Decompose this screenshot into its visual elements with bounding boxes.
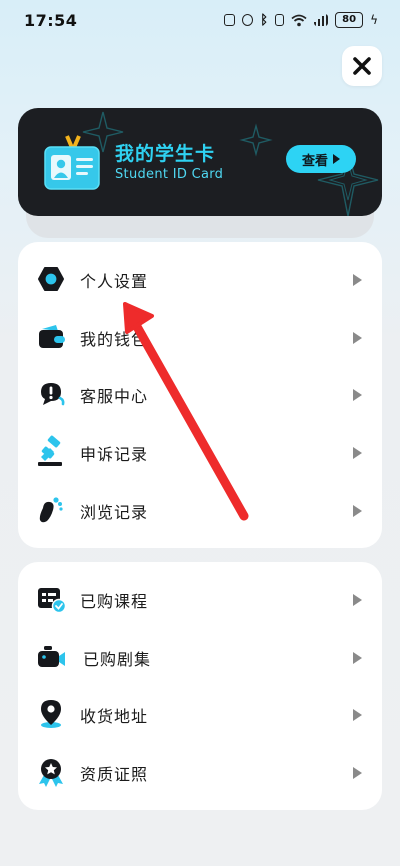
id-card-icon <box>44 135 100 190</box>
customer-service-icon <box>41 383 65 406</box>
status-bar: 17:54 ᛒ 80 ϟ <box>0 0 400 40</box>
student-card[interactable]: 我的学生卡 Student ID Card 查看 <box>18 108 382 216</box>
nfc-icon <box>224 14 236 26</box>
menu-item-label: 已购课程 <box>80 592 149 611</box>
battery-level: 80 <box>342 14 357 25</box>
menu-item-label: 资质证照 <box>80 765 149 784</box>
menu-item-label: 个人设置 <box>80 272 149 291</box>
menu-item-shipping-address[interactable]: 收货地址 <box>18 693 382 737</box>
menu-item-label: 浏览记录 <box>80 503 149 522</box>
menu-item-label: 我的钱包 <box>80 330 149 349</box>
chevron-right-icon <box>353 767 362 779</box>
chevron-right-icon <box>353 389 362 401</box>
chevron-right-icon <box>353 505 362 517</box>
student-card-wrapper: 我的学生卡 Student ID Card 查看 <box>18 108 382 238</box>
chevron-right-icon <box>353 709 362 721</box>
close-icon <box>353 57 371 75</box>
chevron-right-icon <box>353 594 362 606</box>
appeal-gavel-icon <box>38 435 62 466</box>
menu-item-wallet[interactable]: 我的钱包 <box>18 316 382 360</box>
chevron-right-icon <box>353 332 362 344</box>
bluetooth-icon: ᛒ <box>260 12 269 28</box>
menu-item-purchased-courses[interactable]: 已购课程 <box>18 578 382 622</box>
menu-item-label: 收货地址 <box>80 707 149 726</box>
chevron-right-icon <box>353 274 362 286</box>
view-student-card-button[interactable]: 查看 <box>286 145 356 173</box>
menu-item-qualifications[interactable]: 资质证照 <box>18 751 382 795</box>
menu-item-label: 申诉记录 <box>80 445 149 464</box>
purchased-course-icon <box>38 588 67 614</box>
location-pin-icon <box>41 700 61 728</box>
chevron-right-icon <box>353 447 362 459</box>
chevron-right-icon <box>353 652 362 664</box>
purchased-series-camera-icon <box>38 646 65 667</box>
menu-item-customer-service[interactable]: 客服中心 <box>18 373 382 417</box>
menu-item-appeal-records[interactable]: 申诉记录 <box>18 431 382 475</box>
menu-item-browse-history[interactable]: 浏览记录 <box>18 489 382 533</box>
view-button-label: 查看 <box>301 153 328 169</box>
wallet-icon <box>39 325 65 348</box>
vibrate-icon <box>275 14 285 26</box>
menu-item-label: 已购剧集 <box>83 650 152 669</box>
menu-group-2: 已购课程 已购剧集 收货地址 资质证照 <box>18 562 382 810</box>
signal-icon <box>314 14 329 26</box>
alarm-icon <box>242 14 254 26</box>
student-card-title: 我的学生卡 <box>115 143 216 165</box>
play-triangle-icon <box>333 154 340 164</box>
wifi-icon <box>291 14 307 26</box>
menu-group-1: 个人设置 我的钱包 客服中心 申诉记录 浏览记录 <box>18 242 382 548</box>
settings-hex-icon <box>38 267 64 291</box>
close-button[interactable] <box>342 46 382 86</box>
charging-icon: ϟ <box>370 13 378 27</box>
battery-icon: 80 <box>335 12 364 28</box>
footprint-icon <box>39 497 63 523</box>
certificate-badge-icon <box>39 759 63 787</box>
status-icons: ᛒ 80 ϟ <box>224 12 378 28</box>
student-card-subtitle: Student ID Card <box>115 167 224 182</box>
status-time: 17:54 <box>24 10 78 30</box>
menu-item-label: 客服中心 <box>80 387 149 406</box>
menu-item-purchased-series[interactable]: 已购剧集 <box>18 636 382 680</box>
menu-item-personal-settings[interactable]: 个人设置 <box>18 258 382 302</box>
